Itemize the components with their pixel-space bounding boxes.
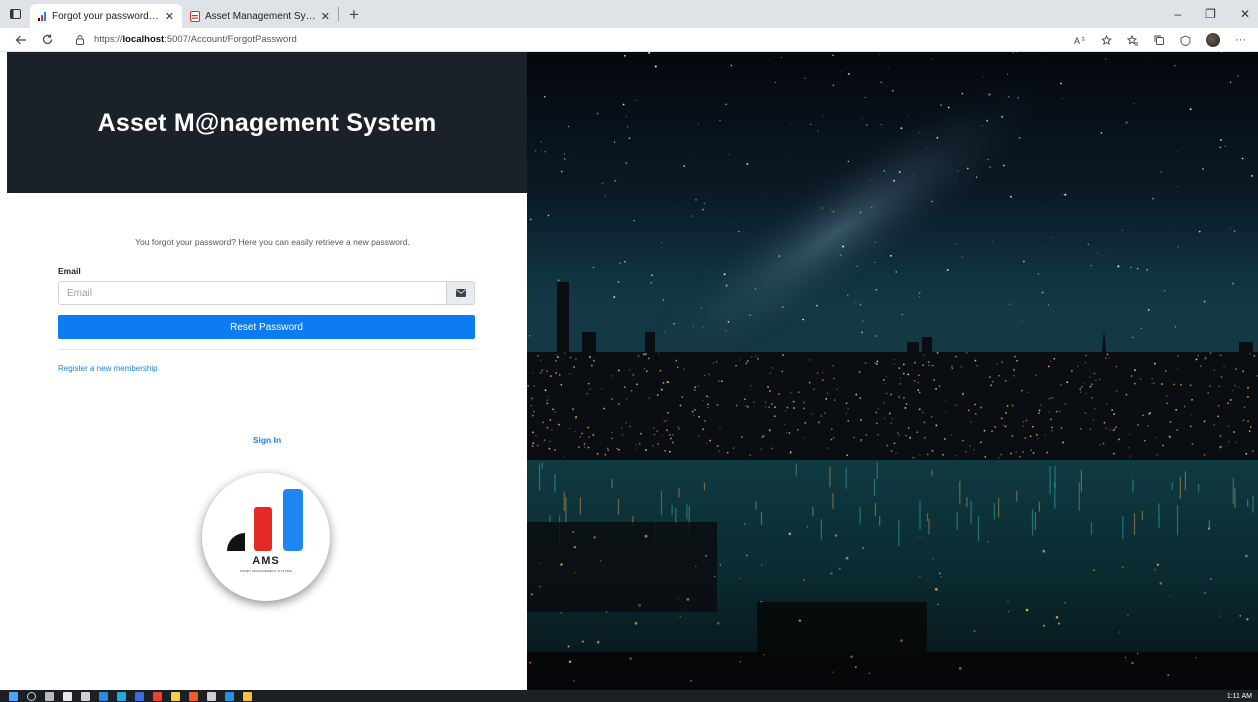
minimize-button[interactable]: –: [1174, 7, 1181, 21]
url-path: :5007/Account/ForgotPassword: [164, 34, 297, 45]
email-label: Email: [58, 266, 81, 276]
ams-logo: AMS ASSET MANAGEMENT SYSTEM: [202, 473, 330, 601]
read-aloud-icon[interactable]: A: [1074, 35, 1086, 45]
app-title: Asset M@nagement System: [97, 109, 437, 137]
task-view-icon[interactable]: [45, 691, 54, 701]
divider: [58, 349, 475, 350]
address-bar: https://localhost:5007/Account/ForgotPas…: [0, 28, 1258, 52]
url-host: localhost: [122, 34, 165, 45]
pdf-file-icon: [190, 10, 200, 22]
taskbar-clock: 1:11 AM: [1226, 692, 1252, 700]
tab-separator: [338, 7, 339, 21]
ams-favicon-icon: [38, 11, 46, 21]
browser-toolbar: A ···: [1074, 28, 1246, 52]
night-skyline-illustration: [527, 52, 1258, 690]
back-arrow-icon[interactable]: [8, 28, 34, 52]
header-band: Asset M@nagement System: [7, 52, 527, 193]
window-controls: – ❐ ✕: [1174, 0, 1250, 28]
refresh-icon[interactable]: [34, 28, 60, 52]
url-prefix: https://: [94, 34, 123, 45]
store-icon[interactable]: [225, 691, 234, 701]
notes-icon[interactable]: [171, 691, 180, 701]
svg-text:A: A: [1074, 36, 1080, 45]
forgot-password-form: You forgot your password? Here you can e…: [58, 237, 475, 373]
search-icon[interactable]: [27, 691, 36, 701]
restore-button[interactable]: ❐: [1205, 7, 1216, 21]
logo-text: AMS: [252, 555, 280, 567]
profile-avatar[interactable]: [1206, 33, 1220, 47]
reset-password-button[interactable]: Reset Password: [58, 315, 475, 339]
email-input-group: [58, 281, 475, 305]
email-field[interactable]: [59, 282, 446, 304]
collections-icon[interactable]: [1154, 35, 1165, 46]
tab-actions-icon[interactable]: [0, 0, 30, 28]
more-options-icon[interactable]: ···: [1235, 34, 1246, 46]
login-panel: Asset M@nagement System You forgot your …: [7, 52, 527, 690]
firefox-icon[interactable]: [189, 691, 198, 701]
outlook-icon[interactable]: [135, 691, 144, 701]
edge-icon[interactable]: [117, 691, 126, 701]
tab-title: Forgot your password? - Asset M: [52, 10, 161, 22]
intro-text: You forgot your password? Here you can e…: [135, 237, 410, 247]
tab-title: Asset Management System.pdf: [205, 10, 317, 22]
city-night-background-image: [527, 52, 1258, 690]
start-icon[interactable]: [9, 691, 18, 701]
envelope-icon: [446, 282, 474, 304]
url-field[interactable]: https://localhost:5007/Account/ForgotPas…: [66, 30, 1026, 50]
browser-tab-bar: Forgot your password? - Asset M ✕ Asset …: [0, 0, 1258, 28]
favorites-icon[interactable]: [1127, 34, 1139, 46]
windows-taskbar: 1:11 AM: [0, 690, 1258, 702]
logo-subtext: ASSET MANAGEMENT SYSTEM: [239, 569, 293, 573]
tab-close-icon[interactable]: ✕: [165, 10, 174, 23]
register-link[interactable]: Register a new membership: [58, 364, 475, 373]
tab-forgot-password[interactable]: Forgot your password? - Asset M ✕: [30, 4, 182, 28]
lock-icon: [76, 34, 84, 45]
browser-essentials-icon[interactable]: [1180, 35, 1191, 46]
close-window-button[interactable]: ✕: [1240, 7, 1250, 21]
terminal-icon[interactable]: [81, 691, 90, 701]
ams-logo-bars-icon: [227, 489, 303, 551]
taskbar-app-icon[interactable]: [63, 691, 72, 701]
sign-in-link[interactable]: Sign In: [7, 435, 527, 445]
file-explorer-icon[interactable]: [243, 691, 252, 701]
taskbar-app-icon[interactable]: [207, 691, 216, 701]
tab-close-icon[interactable]: ✕: [321, 10, 330, 23]
page-content: Asset M@nagement System You forgot your …: [7, 52, 1258, 690]
new-tab-button[interactable]: +: [343, 4, 365, 26]
vscode-icon[interactable]: [99, 691, 108, 701]
tab-pdf[interactable]: Asset Management System.pdf ✕: [182, 4, 338, 28]
chrome-icon[interactable]: [153, 691, 162, 701]
add-favorite-icon[interactable]: [1101, 34, 1112, 46]
